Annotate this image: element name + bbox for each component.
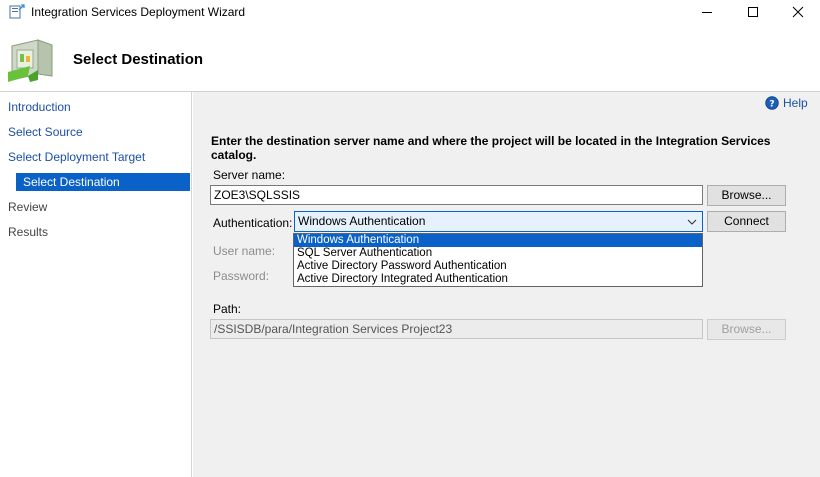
help-label: Help <box>783 96 808 110</box>
instruction-text: Enter the destination server name and wh… <box>211 134 771 162</box>
path-browse-button: Browse... <box>707 319 786 340</box>
path-label: Path: <box>213 302 242 316</box>
page-title: Select Destination <box>73 51 204 68</box>
svg-text:?: ? <box>769 100 774 110</box>
auth-option-ad-password[interactable]: Active Directory Password Authentication <box>294 260 702 273</box>
password-label: Password: <box>213 269 270 283</box>
deployment-wizard-icon <box>8 39 53 82</box>
chevron-down-icon[interactable] <box>687 212 697 231</box>
server-browse-button[interactable]: Browse... <box>707 185 786 206</box>
connect-button[interactable]: Connect <box>707 211 786 232</box>
nav-step-results: Results <box>8 225 49 239</box>
maximize-icon <box>748 7 758 17</box>
nav-step-review: Review <box>8 200 48 214</box>
authentication-selected-value: Windows Authentication <box>298 214 426 228</box>
nav-step-select-destination[interactable]: Select Destination <box>16 173 190 191</box>
user-name-label: User name: <box>213 244 276 258</box>
close-icon <box>792 6 804 18</box>
authentication-label: Authentication: <box>213 216 293 230</box>
minimize-button[interactable] <box>684 0 730 24</box>
server-name-input[interactable]: ZOE3\SQLSSIS <box>210 185 703 205</box>
help-icon: ? <box>765 96 779 110</box>
maximize-button[interactable] <box>730 0 776 24</box>
authentication-dropdown-list: Windows Authentication SQL Server Authen… <box>293 233 703 287</box>
authentication-select[interactable]: Windows Authentication <box>294 211 703 232</box>
path-input: /SSISDB/para/Integration Services Projec… <box>210 319 703 339</box>
nav-step-select-source[interactable]: Select Source <box>8 123 83 141</box>
nav-step-select-deployment-target[interactable]: Select Deployment Target <box>8 148 145 166</box>
minimize-icon <box>702 12 712 13</box>
auth-option-sql-server[interactable]: SQL Server Authentication <box>294 247 702 260</box>
title-bar: Integration Services Deployment Wizard <box>0 0 820 24</box>
wizard-header: Select Destination <box>0 24 820 92</box>
nav-step-introduction[interactable]: Introduction <box>8 98 71 116</box>
window-title: Integration Services Deployment Wizard <box>31 5 246 19</box>
auth-option-ad-integrated[interactable]: Active Directory Integrated Authenticati… <box>294 273 702 286</box>
wizard-app-icon <box>9 4 25 19</box>
auth-option-windows[interactable]: Windows Authentication <box>294 234 702 247</box>
server-name-label: Server name: <box>213 168 286 182</box>
close-button[interactable] <box>775 0 820 24</box>
help-link[interactable]: ? Help <box>765 96 808 110</box>
